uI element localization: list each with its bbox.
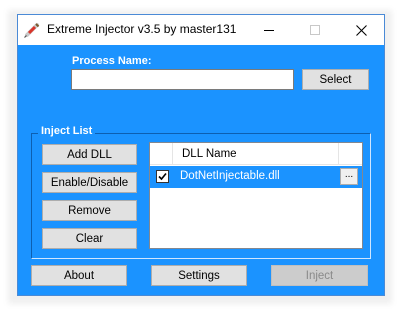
header-divider bbox=[338, 143, 339, 165]
minimize-icon bbox=[264, 25, 274, 35]
header-divider bbox=[172, 143, 173, 165]
dll-list[interactable]: DLL Name DotNetInjectable.dll ... bbox=[149, 142, 363, 249]
window-title: Extreme Injector v3.5 by master131 bbox=[47, 22, 237, 36]
list-item[interactable]: DotNetInjectable.dll ... bbox=[150, 166, 362, 188]
syringe-icon bbox=[24, 22, 40, 38]
minimize-button[interactable] bbox=[246, 15, 292, 45]
client-area: Process Name: Select Inject List Add DLL… bbox=[18, 45, 384, 295]
close-button[interactable] bbox=[338, 15, 384, 45]
remove-button[interactable]: Remove bbox=[42, 200, 137, 221]
enable-disable-button[interactable]: Enable/Disable bbox=[42, 172, 137, 193]
settings-button[interactable]: Settings bbox=[151, 265, 247, 286]
checkmark-icon bbox=[158, 172, 167, 181]
title-bar[interactable]: Extreme Injector v3.5 by master131 bbox=[18, 15, 384, 45]
close-icon bbox=[355, 24, 367, 36]
about-button[interactable]: About bbox=[31, 265, 127, 286]
inject-list-label: Inject List bbox=[38, 125, 96, 137]
maximize-button bbox=[292, 15, 338, 45]
clear-button[interactable]: Clear bbox=[42, 228, 137, 249]
column-header-dll-name[interactable]: DLL Name bbox=[182, 148, 237, 160]
dll-name: DotNetInjectable.dll bbox=[180, 170, 280, 182]
app-window: Extreme Injector v3.5 by master131 Proce… bbox=[17, 14, 385, 296]
enable-checkbox[interactable] bbox=[156, 170, 169, 183]
inject-button: Inject bbox=[271, 265, 368, 286]
dll-list-header: DLL Name bbox=[150, 143, 362, 165]
select-button[interactable]: Select bbox=[302, 69, 369, 90]
add-dll-button[interactable]: Add DLL bbox=[42, 144, 137, 165]
process-name-input[interactable] bbox=[71, 69, 294, 90]
process-name-label: Process Name: bbox=[72, 55, 152, 67]
maximize-icon bbox=[310, 25, 320, 35]
browse-button[interactable]: ... bbox=[340, 168, 358, 185]
